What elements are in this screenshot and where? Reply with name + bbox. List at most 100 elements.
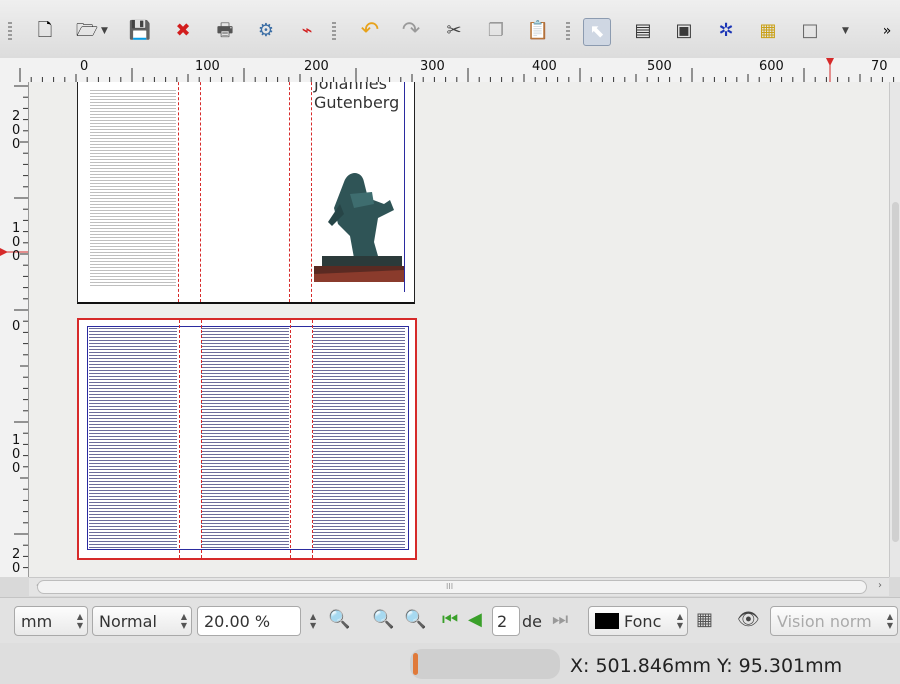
print-icon[interactable]: 🖶 (212, 18, 238, 44)
page-number-value: 2 (497, 611, 508, 631)
ruler-label: 1 (12, 433, 21, 448)
render-frame-icon[interactable]: ✲ (713, 18, 739, 44)
ruler-label: 0 (80, 59, 89, 74)
eye-icon[interactable]: 👁 (737, 610, 760, 630)
table-icon[interactable]: ▦ (755, 18, 781, 44)
page-2[interactable] (77, 318, 417, 560)
spin-arrows-icon: ▲ ▼ (76, 612, 83, 630)
layer-color-swatch (595, 613, 619, 629)
main-toolbar: 🗋 🗁 ▼ 💾 ✖ 🖶 ⚙ ⌁ ↶ ↷ ✂ ❐ 📋 ⬉ ▤ ▣ ✲ ▦ □ ▼ … (0, 0, 900, 59)
layer-value: Fonc (624, 611, 662, 631)
first-page-icon[interactable]: ⏮ (442, 610, 458, 630)
toolbar-grip[interactable] (8, 22, 12, 40)
export-pdf-icon[interactable]: ⌁ (294, 18, 320, 44)
text-frame-icon[interactable]: ▤ (630, 18, 656, 44)
unit-value: mm (21, 611, 53, 631)
mode-select[interactable]: Normal ▲ ▼ (92, 606, 192, 636)
chevron-down-icon[interactable]: ▼ (842, 26, 849, 36)
layer-select[interactable]: Fonc ▲ ▼ (588, 606, 688, 636)
select-item-icon[interactable]: ⬉ (583, 18, 611, 46)
previous-page-icon[interactable]: ◀ (468, 610, 482, 630)
y-label: Y: (717, 655, 733, 677)
page-of-text: de (522, 611, 542, 631)
ruler-label: 0 (12, 123, 21, 138)
close-document-icon[interactable]: ✖ (170, 18, 196, 44)
horizontal-scrollbar[interactable]: ‹ III › (29, 577, 889, 596)
vertical-ruler[interactable]: 200100010020 (0, 82, 29, 577)
paste-icon[interactable]: 📋 (525, 18, 551, 44)
heading-line: Johannes (314, 82, 387, 93)
chevron-down-icon[interactable]: ▼ (101, 26, 108, 36)
ruler-label: 200 (304, 59, 329, 74)
zoom-out-icon[interactable]: 🔍 (328, 610, 350, 630)
page-heading[interactable]: Johannes Gutenberg (314, 82, 399, 112)
scroll-right-icon[interactable]: › (873, 579, 887, 593)
ruler-label: 2 (12, 109, 21, 124)
spin-arrows-icon: ▲ ▼ (180, 612, 187, 630)
status-bar: mm ▲ ▼ Normal ▲ ▼ 20.00 % ▲ ▼ 🔍 🔍 🔍 ⏮ ◀ 2 d… (0, 597, 900, 644)
zoom-in-icon[interactable]: 🔍 (404, 610, 426, 630)
ruler-label: 2 (12, 547, 21, 562)
view-mode-value: Vision norm (777, 611, 872, 631)
ruler-label: 100 (195, 59, 220, 74)
ruler-label: 0 (12, 249, 21, 264)
heading-line: Gutenberg (314, 93, 400, 112)
zoom-spin-icon[interactable]: ▲ ▼ (310, 612, 316, 630)
ruler-label: 0 (12, 461, 21, 476)
column-guide (312, 320, 313, 558)
gutenberg-statue-image[interactable] (314, 164, 404, 282)
undo-icon[interactable]: ↶ (357, 18, 383, 44)
x-value: 501.846mm (595, 655, 712, 677)
scrollbar-grip: III (446, 582, 454, 591)
image-frame-icon[interactable]: ▣ (671, 18, 697, 44)
ruler-label: 0 (12, 447, 21, 462)
spin-arrows-icon: ▲ ▼ (886, 612, 893, 630)
column-guide (200, 82, 201, 302)
vertical-scrollbar[interactable] (889, 82, 900, 577)
redo-icon[interactable]: ↷ (398, 18, 424, 44)
open-document-icon[interactable]: 🗁 (74, 18, 100, 44)
progress-bar (410, 649, 560, 679)
page-number-field[interactable]: 2 (492, 606, 520, 636)
toolbar-grip[interactable] (566, 22, 570, 40)
ruler-label: 70 (871, 59, 888, 74)
unit-select[interactable]: mm ▲ ▼ (14, 606, 88, 636)
preview-quality-icon[interactable]: ▦ (696, 610, 713, 630)
zoom-100-icon[interactable]: 🔍 (372, 610, 394, 630)
mode-value: Normal (99, 611, 157, 631)
save-icon[interactable]: 💾 (127, 18, 153, 44)
coordinates-bar: X: 501.846mm Y: 95.301mm (0, 643, 900, 684)
text-frame-column[interactable] (90, 90, 176, 288)
ruler-label: 0 (12, 561, 21, 576)
ruler-label: 0 (12, 235, 21, 250)
toolbar-grip[interactable] (332, 22, 336, 40)
shape-icon[interactable]: □ (797, 18, 823, 44)
column-guide (178, 82, 179, 302)
cursor-coordinates: X: 501.846mm Y: 95.301mm (570, 655, 842, 677)
x-label: X: (570, 655, 590, 677)
column-guide (201, 320, 202, 558)
page-of-label: de (520, 606, 550, 636)
ruler-label: 500 (647, 59, 672, 74)
scrollbar-thumb[interactable] (892, 202, 899, 542)
progress-fill (413, 653, 418, 675)
text-frame-column[interactable] (89, 328, 177, 548)
zoom-field[interactable]: 20.00 % (197, 606, 301, 636)
copy-icon[interactable]: ❐ (483, 18, 509, 44)
next-page-icon[interactable]: ⏭ (552, 610, 568, 630)
overflow-chevron-icon[interactable]: » (878, 18, 896, 44)
cut-icon[interactable]: ✂ (441, 18, 467, 44)
new-document-icon[interactable]: 🗋 (32, 18, 58, 44)
view-mode-select[interactable]: Vision norm ▲ ▼ (770, 606, 898, 636)
zoom-value: 20.00 % (204, 611, 271, 631)
text-frame-column[interactable] (313, 328, 405, 548)
text-frame-column[interactable] (201, 328, 289, 548)
horizontal-ruler[interactable]: 0 100 200 300 400 500 600 70 (0, 58, 900, 83)
page-1[interactable]: Johannes Gutenberg (77, 82, 415, 304)
ruler-label: 400 (532, 59, 557, 74)
document-canvas[interactable]: Johannes Gutenberg (29, 82, 889, 577)
preflight-verifier-icon[interactable]: ⚙ (253, 18, 279, 44)
scrollbar-thumb[interactable]: III (37, 580, 867, 594)
column-guide (289, 82, 290, 302)
ruler-label: 0 (12, 319, 21, 334)
